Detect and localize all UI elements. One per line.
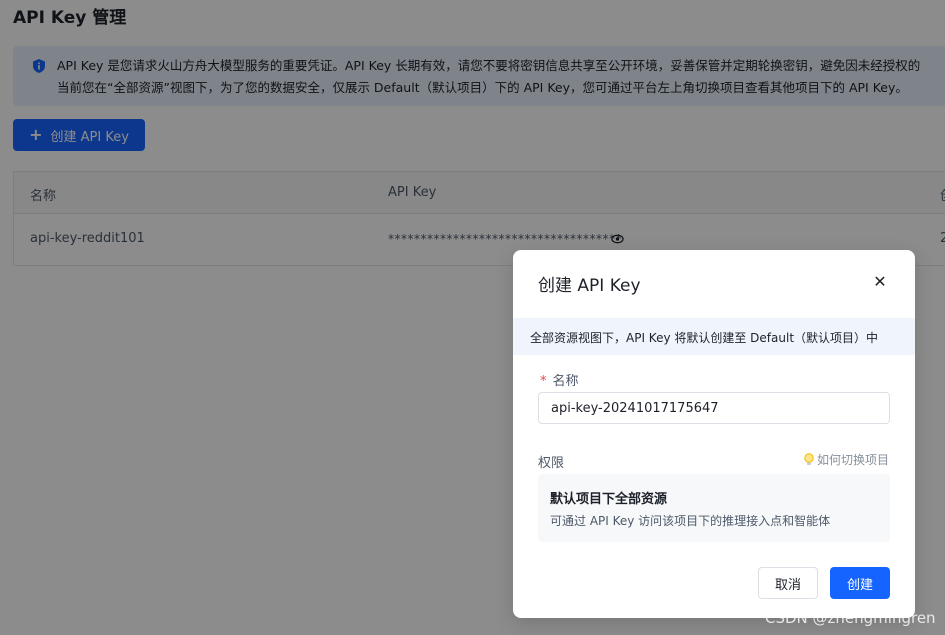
switch-project-help-link[interactable]: 如何切换项目 (803, 451, 889, 468)
dialog-title: 创建 API Key (538, 276, 641, 296)
permission-card: 默认项目下全部资源 可通过 API Key 访问该项目下的推理接入点和智能体 (538, 474, 890, 542)
dialog-hint: 全部资源视图下，API Key 将默认创建至 Default（默认项目）中 (513, 318, 915, 355)
create-button[interactable]: 创建 (830, 567, 890, 599)
name-label-text: 名称 (552, 374, 579, 389)
lightbulb-icon (804, 452, 814, 465)
cancel-button[interactable]: 取消 (758, 567, 818, 599)
switch-project-help-label: 如何切换项目 (817, 453, 890, 467)
name-field-label: * 名称 (540, 370, 579, 389)
close-icon[interactable]: ✕ (872, 272, 888, 291)
required-asterisk: * (540, 374, 547, 389)
permission-label: 权限 (538, 456, 565, 471)
name-input[interactable] (538, 392, 890, 424)
watermark: CSDN @zhengmingren (765, 609, 936, 627)
permission-card-title: 默认项目下全部资源 (550, 492, 668, 507)
create-api-key-dialog: 创建 API Key ✕ 全部资源视图下，API Key 将默认创建至 Defa… (513, 250, 915, 618)
permission-card-description: 可通过 API Key 访问该项目下的推理接入点和智能体 (550, 514, 831, 528)
